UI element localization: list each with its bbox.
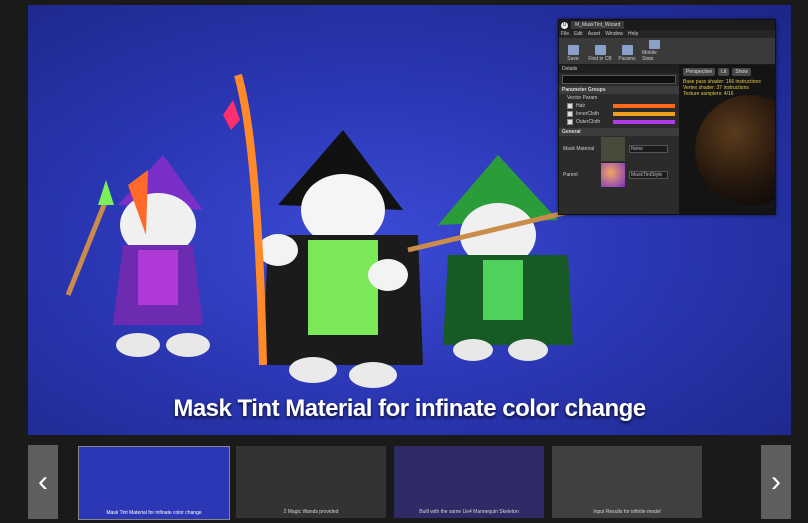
thumbnail-4[interactable]: Input Results for infinite model bbox=[552, 446, 702, 518]
outercloth-checkbox[interactable] bbox=[567, 119, 573, 125]
preview-sphere bbox=[695, 95, 775, 205]
details-tab[interactable]: Details bbox=[559, 65, 679, 73]
menu-help[interactable]: Help bbox=[628, 31, 638, 37]
thumbnail-caption: Built with the same Ue4 Mannequin Skelet… bbox=[419, 509, 519, 515]
next-button[interactable]: › bbox=[761, 445, 791, 519]
mask-material-label: Mask Material bbox=[563, 146, 595, 152]
parent-dropdown[interactable]: MaskTintStyle bbox=[629, 171, 668, 179]
parent-thumb[interactable] bbox=[601, 163, 625, 187]
mobile-stats-button[interactable]: Mobile Stats bbox=[642, 40, 666, 62]
menu-file[interactable]: File bbox=[561, 31, 569, 37]
prev-button[interactable]: ‹ bbox=[28, 445, 58, 519]
general-header[interactable]: General bbox=[559, 128, 679, 136]
chevron-left-icon: ‹ bbox=[38, 465, 48, 498]
innercloth-color-swatch[interactable] bbox=[613, 112, 675, 116]
thumbnail-caption: 2 Magic Wands provided bbox=[283, 509, 339, 515]
main-screenshot: U M_MaskTint_Wizard File Edit Asset Wind… bbox=[28, 5, 791, 435]
menu-asset[interactable]: Asset bbox=[588, 31, 601, 37]
lit-button[interactable]: Lit bbox=[718, 68, 730, 76]
editor-title-tab[interactable]: M_MaskTint_Wizard bbox=[571, 21, 625, 29]
save-icon bbox=[567, 45, 579, 55]
params-button[interactable]: Params bbox=[615, 40, 639, 62]
unreal-logo-icon: U bbox=[561, 21, 568, 29]
menu-edit[interactable]: Edit bbox=[574, 31, 583, 37]
find-in-cb-button[interactable]: Find in CB bbox=[588, 40, 612, 62]
params-icon bbox=[621, 45, 633, 55]
details-panel: Details Parameter Groups Vector Param Ha… bbox=[559, 65, 680, 214]
thumbnail-caption: Mask Tint Material for infinate color ch… bbox=[106, 510, 202, 516]
details-search-input[interactable] bbox=[562, 75, 676, 84]
thumbnail-3[interactable]: Built with the same Ue4 Mannequin Skelet… bbox=[394, 446, 544, 518]
editor-toolbar: Save Find in CB Params Mobile Stats bbox=[559, 38, 775, 65]
vector-row-hair[interactable]: Hair bbox=[559, 102, 679, 110]
thumbnail-1[interactable]: Mask Tint Material for infinate color ch… bbox=[78, 446, 230, 520]
perspective-button[interactable]: Perspective bbox=[683, 68, 716, 76]
chevron-right-icon: › bbox=[771, 465, 781, 498]
mask-material-dropdown[interactable]: None bbox=[629, 145, 668, 153]
vector-row-innercloth[interactable]: InnerCloth bbox=[559, 110, 679, 118]
editor-menubar: File Edit Asset Window Help bbox=[559, 30, 775, 38]
viewport-stats: Base pass shader: 166 instructions Verte… bbox=[680, 79, 775, 97]
hair-color-swatch[interactable] bbox=[613, 104, 675, 108]
mobile-stats-icon bbox=[648, 40, 660, 49]
material-editor-window: U M_MaskTint_Wizard File Edit Asset Wind… bbox=[558, 19, 776, 215]
vector-param-header[interactable]: Vector Param bbox=[559, 94, 679, 102]
show-button[interactable]: Show bbox=[732, 68, 751, 76]
innercloth-checkbox[interactable] bbox=[567, 111, 573, 117]
parent-label: Parent bbox=[563, 172, 578, 178]
viewport-panel[interactable]: Perspective Lit Show Base pass shader: 1… bbox=[680, 65, 775, 214]
mask-material-row: Mask Material None bbox=[559, 136, 679, 162]
menu-window[interactable]: Window bbox=[605, 31, 623, 37]
find-in-cb-label: Find in CB bbox=[588, 56, 612, 62]
mobile-stats-label: Mobile Stats bbox=[642, 50, 657, 62]
main-caption: Mask Tint Material for infinate color ch… bbox=[173, 395, 646, 422]
thumbnail-2[interactable]: 2 Magic Wands provided bbox=[236, 446, 386, 518]
search-icon bbox=[594, 45, 606, 55]
parameter-groups-header[interactable]: Parameter Groups bbox=[559, 86, 679, 94]
vector-row-outercloth[interactable]: OuterCloth bbox=[559, 118, 679, 126]
outercloth-label: OuterCloth bbox=[576, 119, 601, 125]
params-label: Params bbox=[618, 56, 636, 62]
outercloth-color-swatch[interactable] bbox=[613, 120, 675, 124]
thumbnail-caption: Input Results for infinite model bbox=[593, 509, 661, 515]
save-button[interactable]: Save bbox=[561, 40, 585, 62]
hair-label: Hair bbox=[576, 103, 586, 109]
viewport-toolbar: Perspective Lit Show bbox=[680, 65, 775, 79]
vector-param-label: Vector Param bbox=[567, 95, 598, 101]
mask-material-thumb[interactable] bbox=[601, 137, 625, 161]
parent-row: Parent MaskTintStyle bbox=[559, 162, 679, 188]
save-label: Save bbox=[567, 56, 579, 62]
hair-checkbox[interactable] bbox=[567, 103, 573, 109]
editor-titlebar: U M_MaskTint_Wizard bbox=[559, 20, 775, 30]
innercloth-label: InnerCloth bbox=[576, 111, 600, 117]
